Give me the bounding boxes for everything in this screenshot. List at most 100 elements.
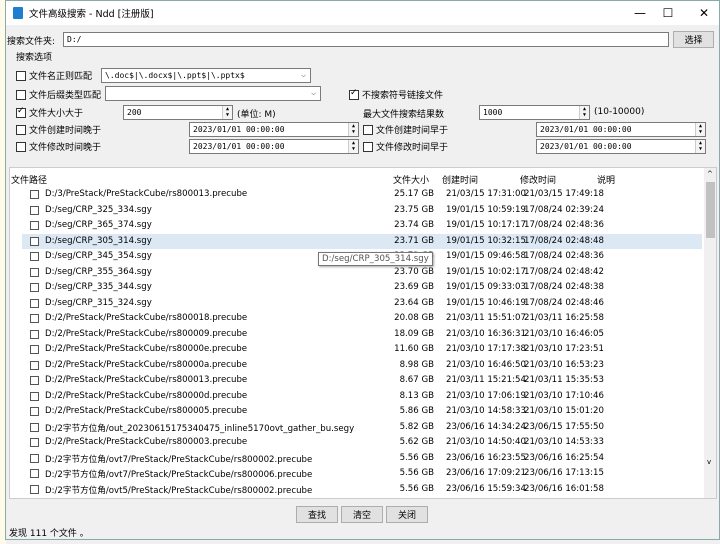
cell-modified: 21/03/10 15:01:20 <box>524 406 604 416</box>
modified-before-checkbox[interactable]: 文件修改时间早于 <box>363 140 448 153</box>
row-checkbox[interactable] <box>30 221 39 230</box>
table-row[interactable]: D:/2/PreStack/PreStackCube/rs800009.prec… <box>22 327 702 343</box>
suffix-checkbox[interactable]: 文件后缀类型匹配 <box>16 88 101 101</box>
clear-button[interactable]: 清空 <box>341 506 383 523</box>
header-created[interactable]: 创建时间 <box>442 173 478 186</box>
cell-created: 23/06/16 15:59:34 <box>446 483 526 494</box>
choose-folder-button[interactable]: 选择 <box>673 31 714 48</box>
table-row[interactable]: D:/2字节方位角/ovt7/PreStack/PreStackCube/rs8… <box>22 451 702 467</box>
suffix-combo[interactable]: ⌵ <box>105 86 321 101</box>
cell-modified: 23/06/16 16:25:54 <box>524 452 604 463</box>
table-row[interactable]: D:/seg/CRP_365_374.sgy 23.74 GB 19/01/15 1… <box>22 218 702 234</box>
row-checkbox[interactable] <box>30 205 39 215</box>
table-row[interactable]: D:/2/PreStack/PreStackCube/rs80000e.prec… <box>22 342 702 358</box>
table-row[interactable]: D:/2/PreStack/PreStackCube/rs800018.prec… <box>22 311 702 327</box>
modified-after-input[interactable]: 2023/01/01 00:00:00 ▲ ▼ <box>189 139 359 154</box>
row-checkbox[interactable] <box>30 407 39 416</box>
close-button[interactable]: 关闭 <box>386 506 428 523</box>
checkbox[interactable] <box>16 141 26 152</box>
row-checkbox[interactable] <box>30 376 39 385</box>
table-row[interactable]: D:/2/PreStack/PreStackCube/rs80000d.prec… <box>22 389 702 405</box>
table-row[interactable]: D:/seg/CRP_335_344.sgy 23.69 GB 19/01/15 0… <box>22 280 702 296</box>
scroll-up-icon[interactable]: ^ <box>707 170 713 178</box>
cell-size: 23.64 GB <box>394 297 434 308</box>
window-title: 文件高级搜索 - Ndd [注册版] <box>29 9 154 20</box>
nosymlink-checkbox[interactable]: 不搜索符号链接文件 <box>349 88 443 101</box>
header-size[interactable]: 文件大小 <box>393 173 429 186</box>
row-checkbox[interactable] <box>30 190 39 199</box>
search-window: 文件高级搜索 - Ndd [注册版] — ☐ ✕ 搜索文件夹: D:/ 选择 搜… <box>5 0 720 540</box>
row-checkbox[interactable] <box>30 267 39 277</box>
checkbox[interactable] <box>363 141 373 152</box>
find-button[interactable]: 查找 <box>296 506 338 523</box>
row-checkbox[interactable] <box>30 345 39 354</box>
table-row[interactable]: D:/2字节方位角/ovt7/PreStack/PreStackCube/rs8… <box>22 466 702 482</box>
cell-modified: 21/03/15 17:49:18 <box>524 189 604 199</box>
row-checkbox[interactable] <box>30 360 39 370</box>
regex-checkbox[interactable]: 文件名正则匹配 <box>16 69 92 82</box>
row-checkbox[interactable] <box>30 391 39 401</box>
checkbox[interactable] <box>16 124 26 135</box>
row-checkbox[interactable] <box>30 484 39 494</box>
close-window-button[interactable]: ✕ <box>687 1 720 25</box>
vertical-scrollbar[interactable]: ^ v <box>704 168 716 498</box>
created-before-value: 2023/01/01 00:00:00 <box>540 125 632 134</box>
row-checkbox[interactable] <box>30 438 39 447</box>
row-checkbox[interactable] <box>30 329 39 339</box>
cell-modified: 21/03/10 16:46:05 <box>524 328 604 339</box>
row-checkbox[interactable] <box>30 283 39 292</box>
suffix-label: 文件后缀类型匹配 <box>29 91 102 101</box>
table-row[interactable]: D:/2字节方位角/ovt5/PreStack/PreStackCube/rs8… <box>22 482 702 498</box>
regex-combo[interactable]: \.doc$|\.docx$|\.ppt$|\.pptx$ ⌵ <box>101 68 311 83</box>
row-checkbox[interactable] <box>30 469 39 478</box>
spinner-icon[interactable]: ▲ ▼ <box>695 123 705 136</box>
header-note[interactable]: 说明 <box>597 173 615 186</box>
table-row[interactable]: D:/seg/CRP_305_314.sgy 23.71 GB 19/01/15 1… <box>22 233 702 249</box>
created-after-input[interactable]: 2023/01/01 00:00:00 ▲ ▼ <box>189 122 359 137</box>
row-checkbox[interactable] <box>30 298 39 308</box>
spinner-icon[interactable]: ▲ ▼ <box>348 140 358 153</box>
created-before-input[interactable]: 2023/01/01 00:00:00 ▲ ▼ <box>536 122 706 137</box>
row-checkbox[interactable] <box>30 453 39 463</box>
checkbox[interactable] <box>16 70 26 81</box>
spinner-icon[interactable]: ▲ ▼ <box>579 106 589 119</box>
checkbox[interactable] <box>16 89 26 100</box>
spinner-icon[interactable]: ▲ ▼ <box>348 123 358 136</box>
modified-after-checkbox[interactable]: 文件修改时间晚于 <box>16 140 101 153</box>
table-row[interactable]: D:/2/PreStack/PreStackCube/rs800003.prec… <box>22 435 702 451</box>
table-row[interactable]: D:/seg/CRP_315_324.sgy 23.64 GB 19/01/15 1… <box>22 296 702 312</box>
checkbox[interactable] <box>349 88 359 100</box>
table-row[interactable]: D:/3/PreStack/PreStackCube/rs800013.prec… <box>22 187 702 203</box>
row-checkbox[interactable] <box>30 252 39 261</box>
results-table[interactable]: 文件路径 文件大小 ^ 创建时间 修改时间 说明 D:/3/PreStack/P… <box>9 167 717 499</box>
chevron-down-icon[interactable]: ⌵ <box>301 70 306 79</box>
table-row[interactable]: D:/2/PreStack/PreStackCube/rs80000a.prec… <box>22 358 702 374</box>
spinner-icon[interactable]: ▲ ▼ <box>695 140 705 153</box>
spinner-icon[interactable]: ▲ ▼ <box>222 106 232 119</box>
maxres-spinbox[interactable]: 1000 ▲ ▼ <box>479 105 590 120</box>
checkbox[interactable] <box>363 124 373 135</box>
table-row[interactable]: D:/seg/CRP_325_334.sgy 23.75 GB 19/01/15 1… <box>22 203 702 219</box>
checkbox[interactable] <box>16 106 26 118</box>
created-after-checkbox[interactable]: 文件创建时间晚于 <box>16 123 101 136</box>
table-row[interactable]: D:/2/PreStack/PreStackCube/rs800013.prec… <box>22 373 702 389</box>
table-row[interactable]: D:/2/PreStack/PreStackCube/rs800005.prec… <box>22 404 702 420</box>
table-row[interactable]: D:/2字节方位角/out_20230615175340475_inline51… <box>22 420 702 436</box>
header-modified[interactable]: 修改时间 <box>520 173 556 186</box>
scrollbar-thumb[interactable] <box>706 182 715 238</box>
cell-modified: 21/03/10 14:53:33 <box>524 437 604 447</box>
size-checkbox[interactable]: 文件大小大于 <box>16 106 83 119</box>
created-before-checkbox[interactable]: 文件创建时间早于 <box>363 123 448 136</box>
cell-modified: 17/08/24 02:39:24 <box>524 204 604 215</box>
folder-input[interactable]: D:/ <box>63 32 669 47</box>
maximize-button[interactable]: ☐ <box>651 1 685 25</box>
size-spinbox[interactable]: 200 ▲ ▼ <box>123 105 233 120</box>
row-checkbox[interactable] <box>30 314 39 323</box>
modified-before-input[interactable]: 2023/01/01 00:00:00 ▲ ▼ <box>536 139 706 154</box>
header-path[interactable]: 文件路径 <box>11 173 47 186</box>
row-checkbox[interactable] <box>30 236 39 246</box>
chevron-down-icon[interactable]: ⌵ <box>311 88 316 97</box>
scroll-down-icon[interactable]: v <box>707 458 711 466</box>
row-checkbox[interactable] <box>30 422 39 432</box>
table-row[interactable]: D:/seg/CRP_355_364.sgy 23.70 GB 19/01/15 1… <box>22 265 702 281</box>
